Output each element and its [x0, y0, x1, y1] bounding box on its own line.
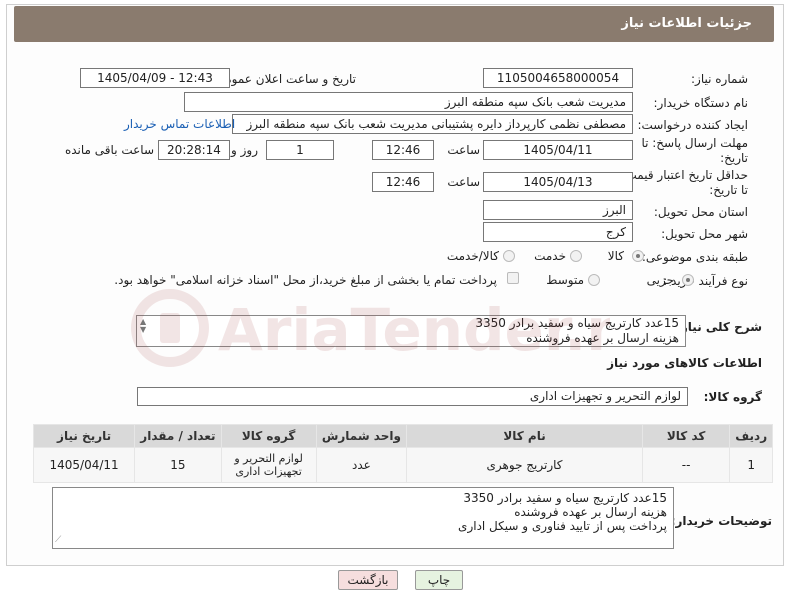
col-header-row-number: ردیف: [729, 424, 773, 448]
buyer-field: مدیریت شعب بانک سپه منطقه البرز: [184, 92, 633, 112]
table-row: 1 -- کارتریج جوهری عدد لوازم التحریر و ت…: [32, 447, 773, 483]
creator-label: ایجاد کننده درخواست:: [637, 118, 748, 132]
deadline-date-field: 1405/04/11: [483, 140, 633, 160]
category-goods-radio[interactable]: [632, 250, 644, 262]
summary-line-1: 15عدد کارتریج سیاه و سفید برادر 3350: [475, 316, 679, 330]
buyer-notes-line-1: 15عدد کارتریج سیاه و سفید برادر 3350: [463, 491, 667, 505]
validity-date-label: تا تاریخ:: [709, 183, 748, 197]
cell-quantity: 15: [134, 447, 222, 483]
col-header-unit: واحد شمارش: [315, 424, 408, 448]
goods-table-header-row: ردیف کد کالا نام کالا واحد شمارش گروه کا…: [32, 424, 773, 448]
province-label: استان محل تحویل:: [653, 205, 748, 219]
scroll-arrows-icon[interactable]: ▲ ▼: [140, 318, 146, 334]
process-medium-label: متوسط: [546, 273, 584, 287]
print-button[interactable]: چاپ: [415, 570, 463, 590]
col-header-quantity: تعداد / مقدار: [134, 424, 222, 448]
validity-time-label: ساعت: [447, 175, 480, 189]
city-field: کرج: [483, 222, 633, 242]
goods-section-title: اطلاعات کالاهای مورد نیاز: [607, 356, 762, 370]
goods-group-field: لوازم التحریر و تجهیزات اداری: [137, 387, 688, 406]
process-label: نوع فرآیند خرید :: [663, 274, 748, 288]
buyer-notes-textarea[interactable]: 15عدد کارتریج سیاه و سفید برادر 3350 هزی…: [52, 487, 674, 549]
need-number-field: 1105004658000054: [483, 68, 633, 88]
buyer-contact-link[interactable]: اطلاعات تماس خریدار: [124, 117, 235, 131]
cell-group: لوازم التحریر و تجهیزات اداری: [220, 447, 317, 483]
process-minor-label: جزیی: [646, 273, 674, 287]
summary-line-2: هزینه ارسال بر عهده فروشنده: [526, 331, 679, 345]
validity-time-field: 12:46: [372, 172, 434, 192]
cell-code: --: [641, 447, 731, 483]
category-service-label: خدمت: [534, 249, 566, 263]
category-goods-service-radio[interactable]: [503, 250, 515, 262]
col-header-code: کد کالا: [641, 424, 731, 448]
cell-row-number: 1: [729, 447, 773, 483]
deadline-date-label: تاریخ:: [720, 151, 748, 165]
days-field: 1: [266, 140, 334, 160]
back-button[interactable]: بازگشت: [338, 570, 398, 590]
remaining-time-field: 20:28:14: [158, 140, 230, 160]
page-header: جزئیات اطلاعات نیاز: [14, 6, 774, 42]
resize-handle-icon[interactable]: ⟋: [55, 533, 61, 547]
goods-group-label: گروه کالا:: [703, 390, 762, 404]
buyer-notes-line-2: هزینه ارسال بر عهده فروشنده: [514, 505, 667, 519]
process-medium-radio[interactable]: [588, 274, 600, 286]
cell-unit: عدد: [315, 447, 408, 483]
province-field: البرز: [483, 200, 633, 220]
creator-field: مصطفی نظمی کارپرداز دایره پشتیبانی مدیری…: [232, 114, 633, 134]
remaining-time-label: ساعت باقی مانده: [64, 143, 154, 157]
process-minor-radio[interactable]: [682, 274, 694, 286]
announce-date-field: 1405/04/09 - 12:43: [80, 68, 230, 88]
buyer-notes-label: توضیحات خریدار:: [670, 514, 772, 528]
category-goods-service-label: کالا/خدمت: [446, 249, 499, 263]
deadline-label: مهلت ارسال پاسخ: تا: [641, 136, 748, 150]
days-label: روز و: [231, 143, 258, 157]
validity-date-field: 1405/04/13: [483, 172, 633, 192]
cell-date: 1405/04/11: [32, 447, 136, 483]
deadline-time-label: ساعت: [447, 143, 480, 157]
category-goods-label: کالا: [607, 249, 624, 263]
summary-label: شرح کلی نیاز:: [676, 320, 762, 334]
page-title: جزئیات اطلاعات نیاز: [621, 16, 752, 31]
col-header-group: گروه کالا: [220, 424, 317, 448]
deadline-time-field: 12:46: [372, 140, 434, 160]
validity-label: حداقل تاریخ اعتبار قیمت:: [621, 168, 748, 182]
buyer-notes-line-3: پرداخت پس از تایید فناوری و سیکل اداری: [458, 519, 667, 533]
announce-date-label: تاریخ و ساعت اعلان عمومی:: [211, 72, 356, 86]
category-label: طبقه بندی موضوعی:: [641, 250, 748, 264]
goods-table: ردیف کد کالا نام کالا واحد شمارش گروه کا…: [32, 424, 773, 483]
treasury-payment-checkbox[interactable]: [507, 272, 519, 284]
category-service-radio[interactable]: [570, 250, 582, 262]
treasury-payment-note: پرداخت تمام یا بخشی از مبلغ خرید،از محل …: [114, 273, 497, 287]
summary-textarea[interactable]: 15عدد کارتریج سیاه و سفید برادر 3350 هزی…: [136, 315, 686, 347]
buyer-label: نام دستگاه خریدار:: [653, 96, 749, 110]
city-label: شهر محل تحویل:: [661, 227, 748, 241]
need-number-label: شماره نیاز:: [691, 72, 748, 86]
col-header-date: تاریخ نیاز: [32, 424, 136, 448]
col-header-name: نام کالا: [406, 424, 643, 448]
cell-name: کارتریج جوهری: [406, 447, 643, 483]
